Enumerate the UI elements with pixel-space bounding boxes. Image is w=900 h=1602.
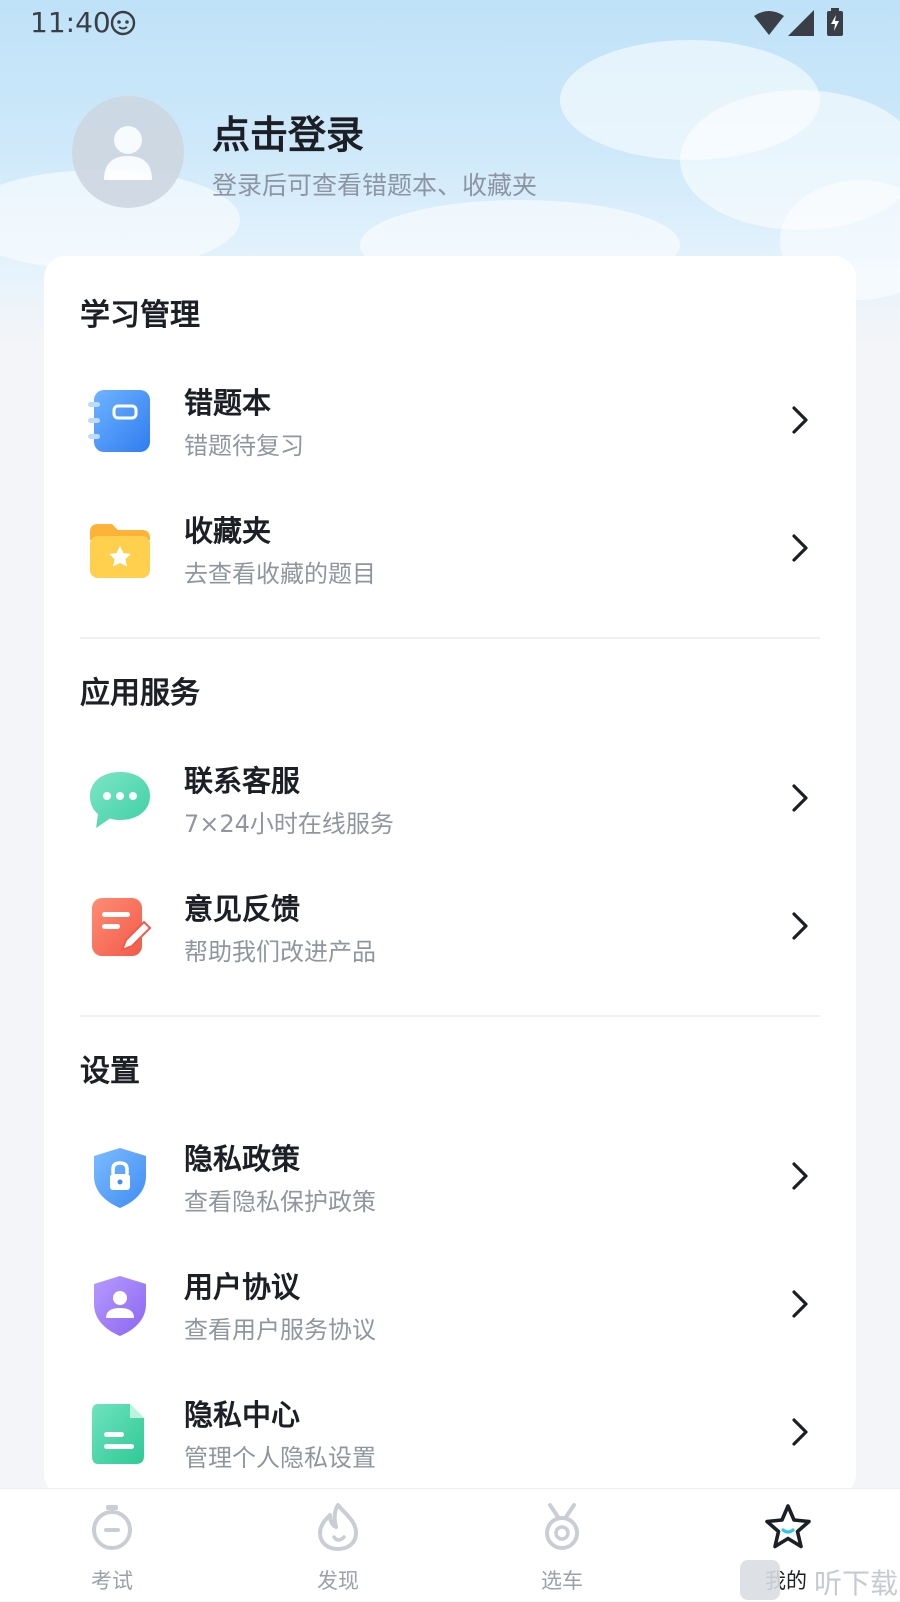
notification-face-icon: [110, 10, 136, 36]
chevron-right-icon: [792, 912, 808, 940]
chevron-right-icon: [792, 1162, 808, 1190]
user-shield-icon: [94, 1276, 146, 1336]
menu-item-title: 隐私中心: [184, 1398, 301, 1432]
chevron-right-icon: [792, 1290, 808, 1318]
menu-item-subtitle: 去查看收藏的题目: [184, 560, 376, 588]
battery-icon: [827, 8, 843, 36]
menu-item-title: 错题本: [184, 386, 272, 420]
menu-item-subtitle: 7×24小时在线服务: [184, 810, 394, 838]
menu-item-subtitle: 帮助我们改进产品: [184, 938, 376, 966]
star-folder-icon: [90, 524, 150, 578]
chat-bubble-icon: [90, 772, 150, 828]
avatar[interactable]: [72, 96, 184, 208]
tab-discover[interactable]: 发现: [258, 1489, 418, 1601]
login-subtitle: 登录后可查看错题本、收藏夹: [212, 171, 538, 200]
chevron-right-icon: [792, 406, 808, 434]
star-icon: [765, 1504, 811, 1549]
feedback-edit-icon: [92, 898, 152, 956]
notebook-icon: [88, 390, 150, 452]
menu-item-privacy-policy[interactable]: 隐私政策 查看隐私保护政策: [44, 1122, 856, 1232]
status-time: 11:40: [30, 6, 111, 39]
menu-item-wrong-questions[interactable]: 错题本 错题待复习: [44, 366, 856, 476]
menu-item-title: 用户协议: [184, 1270, 301, 1304]
section-title-study: 学习管理: [80, 298, 200, 333]
flame-icon: [318, 1503, 358, 1551]
chevron-right-icon: [792, 534, 808, 562]
chevron-right-icon: [792, 784, 808, 812]
menu-item-title: 隐私政策: [184, 1142, 301, 1176]
user-icon: [104, 126, 152, 180]
medal-icon: [545, 1503, 579, 1550]
menu-item-title: 意见反馈: [184, 892, 301, 926]
watermark-text: 听下载: [814, 1567, 899, 1600]
section-title-services: 应用服务: [80, 676, 200, 711]
menu-item-privacy-center[interactable]: 隐私中心 管理个人隐私设置: [44, 1378, 856, 1488]
menu-item-feedback[interactable]: 意见反馈 帮助我们改进产品: [44, 872, 856, 982]
stopwatch-icon: [92, 1505, 132, 1550]
section-title-settings: 设置: [80, 1054, 140, 1089]
tab-choose-car[interactable]: 选车: [482, 1489, 642, 1601]
menu-item-favorites[interactable]: 收藏夹 去查看收藏的题目: [44, 494, 856, 604]
menu-item-subtitle: 错题待复习: [184, 432, 304, 460]
wifi-icon: [754, 11, 784, 35]
tab-exam[interactable]: 考试: [32, 1489, 192, 1601]
login-title[interactable]: 点击登录: [212, 104, 364, 159]
status-bar: 11:40: [0, 0, 900, 46]
document-icon: [92, 1404, 144, 1464]
menu-item-title: 收藏夹: [184, 514, 272, 548]
divider: [80, 1015, 820, 1017]
menu-item-customer-service[interactable]: 联系客服 7×24小时在线服务: [44, 744, 856, 854]
tab-label: 选车: [541, 1569, 583, 1593]
signal-icon: [788, 10, 814, 36]
menu-item-user-agreement[interactable]: 用户协议 查看用户服务协议: [44, 1250, 856, 1360]
menu-item-title: 联系客服: [184, 764, 301, 798]
menu-item-subtitle: 查看隐私保护政策: [184, 1188, 376, 1216]
divider: [80, 637, 820, 639]
watermark: 听下载: [740, 1560, 900, 1600]
menu-item-subtitle: 查看用户服务协议: [184, 1316, 376, 1344]
menu-item-subtitle: 管理个人隐私设置: [184, 1444, 376, 1472]
tab-label: 发现: [317, 1569, 359, 1593]
lock-shield-icon: [94, 1148, 146, 1208]
watermark-logo: [740, 1560, 780, 1600]
tab-label: 考试: [91, 1569, 133, 1593]
chevron-right-icon: [792, 1418, 808, 1446]
